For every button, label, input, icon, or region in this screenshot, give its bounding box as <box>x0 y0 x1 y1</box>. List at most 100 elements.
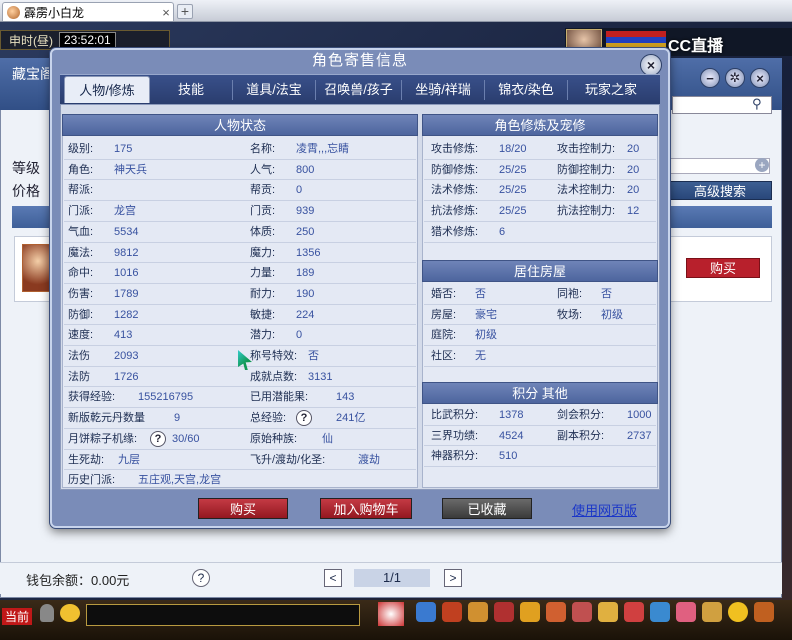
tab-outfits[interactable]: 锦衣/染色 <box>485 76 567 103</box>
tab-character-cultivation[interactable]: 人物/修炼 <box>64 76 150 103</box>
emoji-icon[interactable] <box>60 604 80 622</box>
cultivation-row-0-a-value: 18/20 <box>499 143 527 155</box>
list-buy-button[interactable]: 购买 <box>686 258 760 278</box>
map-icon[interactable] <box>650 602 670 622</box>
team-icon[interactable] <box>468 602 488 622</box>
trade-icon[interactable] <box>624 602 644 622</box>
settings-gear-icon[interactable]: ✲ <box>725 68 745 88</box>
microphone-icon[interactable] <box>40 604 54 622</box>
market-close-icon[interactable]: × <box>750 68 770 88</box>
tab-player-home[interactable]: 玩家之家 <box>568 76 654 103</box>
item-bag-icon[interactable] <box>416 602 436 622</box>
stat-left-4-label: 气血: <box>68 225 94 238</box>
stat-left-11: 法防 1726 <box>68 367 138 387</box>
cultivation-row-3-a-value: 25/25 <box>499 205 527 218</box>
stat-right-0: 名称: 凌霄,,,忘睛 <box>250 139 349 159</box>
stat-total-exp: 总经验: 241亿? <box>250 408 365 428</box>
housing-row-2-a: 庭院: 初级 <box>431 325 497 345</box>
new-tab-button[interactable]: + <box>177 4 193 19</box>
pet-icon[interactable] <box>494 602 514 622</box>
stat-right-8-label: 敏捷: <box>250 308 276 321</box>
dialog-close-icon[interactable]: × <box>640 54 662 76</box>
mooncake-help-icon[interactable]: ? <box>150 430 166 447</box>
stat-right-7-label: 耐力: <box>250 287 276 300</box>
stat-right-11-value: 3131 <box>308 370 333 383</box>
tab-skills[interactable]: 技能 <box>150 76 232 103</box>
skill-icon[interactable] <box>520 602 540 622</box>
stat-right-10-label: 称号特效: <box>250 350 298 362</box>
cultivation-row-0-b-value: 20 <box>627 143 640 155</box>
housing-row-3-a-label: 社区: <box>431 350 457 363</box>
shop-icon[interactable] <box>702 602 722 622</box>
cultivation-row-1-b-value: 20 <box>627 163 640 176</box>
points-row-1-a-label: 三界功绩: <box>431 429 479 442</box>
advanced-search-button[interactable]: 高级搜索 <box>668 181 772 200</box>
stat-exp-label: 获得经验: <box>68 391 116 404</box>
game-period: 申时(昼) <box>9 33 53 48</box>
guild-icon[interactable] <box>598 602 618 622</box>
housing-row-3-a: 社区: 无 <box>431 346 486 366</box>
stat-left-0-label: 级别: <box>68 143 94 155</box>
stat-left-9-value: 413 <box>114 329 133 342</box>
buy-button[interactable]: 购买 <box>198 498 288 519</box>
market-title: 藏宝阁 <box>12 66 54 82</box>
stat-right-9-value: 0 <box>296 329 303 342</box>
cultivation-row-1-a-label: 防御修炼: <box>431 163 479 176</box>
peach-icon[interactable] <box>676 602 696 622</box>
housing-row-1-b: 牧场: 初级 <box>557 305 623 325</box>
stat-right-2-label: 帮贡: <box>250 184 276 197</box>
housing-row-2-a-label: 庭院: <box>431 329 457 342</box>
tab-summons[interactable]: 召唤兽/孩子 <box>316 76 401 103</box>
cultivation-row-0-a-label: 攻击修炼: <box>431 143 479 155</box>
tab-items[interactable]: 道具/法宝 <box>233 76 315 103</box>
stat-right-6-value: 189 <box>296 267 315 280</box>
add-to-cart-button[interactable]: 加入购物车 <box>320 498 412 519</box>
chat-input[interactable] <box>86 604 360 626</box>
next-page-button[interactable]: > <box>444 569 462 587</box>
quest-icon[interactable] <box>546 602 566 622</box>
points-row-1-a: 三界功绩: 4524 <box>431 426 523 446</box>
stat-history-value: 五庄观,天宫,龙宫 <box>138 474 222 487</box>
stat-left-5: 魔法: 9812 <box>68 243 138 263</box>
chat-channel[interactable]: 当前 <box>2 608 33 625</box>
browser-tab[interactable]: 霹雳小白龙 × <box>2 2 174 21</box>
stat-race-label: 原始种族: <box>250 432 298 445</box>
points-row-0-a-label: 比武积分: <box>431 409 479 421</box>
friends-icon[interactable] <box>572 602 592 622</box>
mascot-icon[interactable] <box>378 602 404 626</box>
stat-right-5: 魔力: 1356 <box>250 243 320 263</box>
stat-left-1-label: 角色: <box>68 163 94 176</box>
stat-exp: 获得经验: 155216795 <box>68 387 193 407</box>
stat-left-8: 防御: 1282 <box>68 305 138 325</box>
stat-mooncake-label: 月饼粽子机缘: <box>68 432 138 445</box>
row-divider <box>424 345 656 347</box>
close-tab-icon[interactable]: × <box>159 5 173 20</box>
stat-left-9: 速度: 413 <box>68 325 132 345</box>
prev-page-button[interactable]: < <box>324 569 342 587</box>
expand-plus-icon[interactable]: + <box>755 158 769 172</box>
points-row-0-a: 比武积分: 1378 <box>431 405 523 425</box>
favorited-button[interactable]: 已收藏 <box>442 498 532 519</box>
gift-icon[interactable] <box>442 602 462 622</box>
stat-right-4: 体质: 250 <box>250 222 314 242</box>
page-indicator: 1/1 <box>354 569 430 587</box>
stat-mooncake: 月饼粽子机缘: 30/60? <box>68 429 200 449</box>
stat-left-0-value: 175 <box>114 143 133 155</box>
points-row-0-b-value: 1000 <box>627 409 652 421</box>
stat-total-exp-label: 总经验: <box>250 412 287 425</box>
stat-right-1-value: 800 <box>296 163 315 176</box>
help-icon[interactable]: ? <box>192 569 210 587</box>
total-exp-help-icon[interactable]: ? <box>296 410 312 427</box>
cultivation-row-0-b: 攻击控制力: 20 <box>557 139 639 159</box>
tab-mounts[interactable]: 坐骑/祥瑞 <box>402 76 484 103</box>
points-row-1-b-label: 副本积分: <box>557 429 605 442</box>
smile-icon[interactable] <box>728 602 748 622</box>
stat-left-1: 角色: 神天兵 <box>68 160 147 180</box>
minimize-icon[interactable]: − <box>700 68 720 88</box>
status-header: 人物状态 <box>62 114 418 136</box>
system-icon[interactable] <box>754 602 774 622</box>
housing-row-1-a-label: 房屋: <box>431 308 457 321</box>
search-icon[interactable]: ⚲ <box>752 96 762 112</box>
web-version-link[interactable]: 使用网页版 <box>572 500 637 519</box>
stat-used-potential-label: 已用潜能果: <box>250 391 309 404</box>
